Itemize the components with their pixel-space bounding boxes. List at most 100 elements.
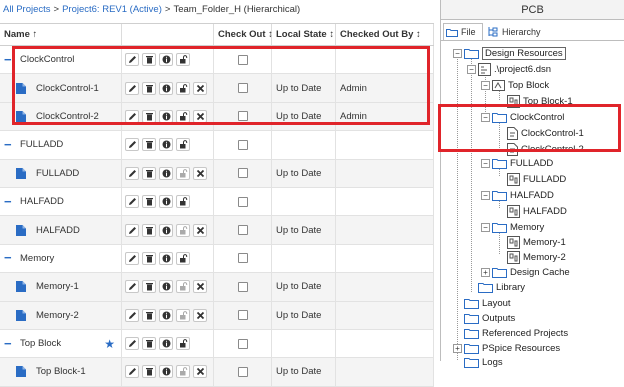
close-button[interactable] <box>193 81 207 95</box>
tree-item-memory[interactable]: − Memory <box>481 220 544 234</box>
column-header-local-state[interactable]: Local State ↕ <box>272 24 336 45</box>
tree-item-dsn[interactable]: − .\project6.dsn <box>467 62 551 76</box>
check-out-checkbox[interactable] <box>237 338 248 349</box>
unlock-button[interactable] <box>176 166 190 180</box>
tree-item-design-cache[interactable]: + Design Cache <box>481 265 570 279</box>
close-button[interactable] <box>193 280 207 294</box>
tab-hierarchy[interactable]: Hierarchy <box>487 23 541 40</box>
tree-item-outputs[interactable]: Outputs <box>464 311 515 325</box>
info-button[interactable] <box>159 166 173 180</box>
delete-button[interactable] <box>142 195 156 209</box>
tree-item-logs[interactable]: Logs <box>464 355 503 369</box>
collapse-toggle[interactable]: − <box>481 190 490 200</box>
check-out-checkbox[interactable] <box>237 196 248 207</box>
edit-button[interactable] <box>125 280 139 294</box>
edit-button[interactable] <box>125 308 139 322</box>
tree-item-memory-2[interactable]: Memory-2 <box>507 250 566 264</box>
check-out-checkbox[interactable] <box>237 54 248 65</box>
tree-item-halfadd-page[interactable]: HALFADD <box>507 204 567 218</box>
table-row-file[interactable]: ClockControl-2 Up to Date Admin <box>0 102 434 132</box>
info-button[interactable] <box>159 337 173 351</box>
unlock-button[interactable] <box>176 223 190 237</box>
delete-button[interactable] <box>142 308 156 322</box>
unlock-button[interactable] <box>176 109 190 123</box>
collapse-toggle[interactable]: − <box>4 138 20 151</box>
unlock-button[interactable] <box>176 308 190 322</box>
delete-button[interactable] <box>142 109 156 123</box>
breadcrumb-project[interactable]: Project6: REV1 (Active) <box>62 4 162 15</box>
info-button[interactable] <box>159 251 173 265</box>
unlock-button[interactable] <box>176 280 190 294</box>
close-button[interactable] <box>193 308 207 322</box>
collapse-toggle[interactable]: − <box>4 53 20 66</box>
unlock-button[interactable] <box>176 81 190 95</box>
table-row-file[interactable]: HALFADD Up to Date <box>0 216 434 245</box>
tree-item-pspice-resources[interactable]: + PSpice Resources <box>453 341 560 355</box>
edit-button[interactable] <box>125 81 139 95</box>
unlock-button[interactable] <box>176 365 190 379</box>
info-button[interactable] <box>159 280 173 294</box>
column-header-checked-out-by[interactable]: Checked Out By ↕ <box>336 24 434 45</box>
table-row-folder[interactable]: − FULLADD <box>0 131 434 160</box>
close-button[interactable] <box>193 223 207 237</box>
star-icon[interactable]: ★ <box>104 337 115 351</box>
delete-button[interactable] <box>142 81 156 95</box>
delete-button[interactable] <box>142 138 156 152</box>
table-row-file[interactable]: Memory-2 Up to Date <box>0 301 434 330</box>
table-row-file[interactable]: FULLADD Up to Date <box>0 159 434 188</box>
check-out-checkbox[interactable] <box>237 281 248 292</box>
delete-button[interactable] <box>142 53 156 67</box>
edit-button[interactable] <box>125 365 139 379</box>
tree-item-fulladd[interactable]: − FULLADD <box>481 156 553 170</box>
tree-item-library[interactable]: Library <box>478 280 525 294</box>
check-out-checkbox[interactable] <box>237 111 248 122</box>
unlock-button[interactable] <box>176 53 190 67</box>
tree-item-top-block[interactable]: − Top Block <box>481 78 549 92</box>
unlock-button[interactable] <box>176 195 190 209</box>
table-row-folder[interactable]: − HALFADD <box>0 187 434 217</box>
check-out-checkbox[interactable] <box>237 366 248 377</box>
unlock-button[interactable] <box>176 251 190 265</box>
table-row-folder[interactable]: − ClockControl <box>0 46 434 75</box>
check-out-checkbox[interactable] <box>237 253 248 264</box>
check-out-checkbox[interactable] <box>237 168 248 179</box>
file-name[interactable]: ClockControl-1 <box>36 83 99 94</box>
info-button[interactable] <box>159 195 173 209</box>
info-button[interactable] <box>159 138 173 152</box>
collapse-toggle[interactable]: − <box>453 48 462 58</box>
table-row-file[interactable]: ClockControl-1 Up to Date Admin <box>0 74 434 103</box>
delete-button[interactable] <box>142 365 156 379</box>
collapse-toggle[interactable]: − <box>4 195 20 208</box>
close-button[interactable] <box>193 166 207 180</box>
file-name[interactable]: Memory-2 <box>36 310 79 321</box>
file-name[interactable]: Top Block-1 <box>36 366 86 377</box>
check-out-checkbox[interactable] <box>237 310 248 321</box>
tree-item-referenced-projects[interactable]: Referenced Projects <box>464 326 568 340</box>
collapse-toggle[interactable]: − <box>481 222 490 232</box>
tree-item-clockcontrol-1[interactable]: ClockControl-1 <box>507 126 584 140</box>
edit-button[interactable] <box>125 223 139 237</box>
column-header-check-out[interactable]: Check Out ↕ <box>214 24 273 45</box>
delete-button[interactable] <box>142 251 156 265</box>
table-row-file[interactable]: Memory-1 Up to Date <box>0 273 434 302</box>
file-name[interactable]: FULLADD <box>36 168 79 179</box>
info-button[interactable] <box>159 365 173 379</box>
file-name[interactable]: HALFADD <box>36 225 80 236</box>
info-button[interactable] <box>159 223 173 237</box>
tree-item-layout[interactable]: Layout <box>464 296 511 310</box>
collapse-toggle[interactable]: − <box>481 80 490 90</box>
close-button[interactable] <box>193 109 207 123</box>
edit-button[interactable] <box>125 166 139 180</box>
tree-item-halfadd[interactable]: − HALFADD <box>481 188 554 202</box>
table-row-folder[interactable]: − Top Block ★ <box>0 329 434 359</box>
collapse-toggle[interactable]: − <box>481 112 490 122</box>
delete-button[interactable] <box>142 280 156 294</box>
edit-button[interactable] <box>125 138 139 152</box>
collapse-toggle[interactable]: − <box>4 251 20 264</box>
tree-item-fulladd-page[interactable]: FULLADD <box>507 172 566 186</box>
tree-item-clockcontrol-2[interactable]: ClockControl-2 <box>507 142 584 156</box>
info-button[interactable] <box>159 308 173 322</box>
collapse-toggle[interactable]: − <box>481 158 490 168</box>
tree-item-top-block-1[interactable]: Top Block-1 <box>507 94 573 108</box>
edit-button[interactable] <box>125 251 139 265</box>
